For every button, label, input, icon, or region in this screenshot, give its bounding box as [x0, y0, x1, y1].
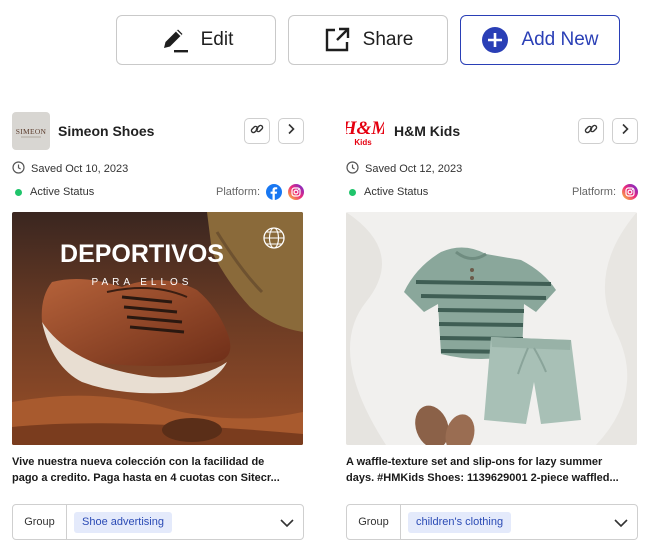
- chevron-down-icon[interactable]: [613, 515, 629, 531]
- caption-line-1: A waffle-texture set and slip-ons for la…: [346, 456, 603, 468]
- ad-image[interactable]: [346, 212, 637, 445]
- status-indicator: Active Status: [12, 185, 94, 199]
- chevron-right-icon: [285, 122, 297, 140]
- ad-image[interactable]: DEPORTIVOS PARA ELLOS: [12, 212, 303, 445]
- saved-date: Saved Oct 12, 2023: [346, 161, 463, 177]
- add-new-button[interactable]: Add New: [460, 15, 620, 65]
- status-text: Active Status: [30, 186, 95, 198]
- edit-label: Edit: [200, 29, 234, 50]
- svg-text:Kids: Kids: [354, 138, 372, 147]
- image-subline: PARA ELLOS: [92, 277, 193, 288]
- card-header: SIMEON Simeon Shoes: [12, 112, 304, 150]
- instagram-icon: [288, 184, 304, 200]
- plus-circle-icon: [481, 26, 509, 54]
- external-link-icon: [323, 26, 351, 54]
- brand-logo: H&M Kids: [341, 112, 390, 150]
- ad-caption: A waffle-texture set and slip-ons for la…: [346, 454, 638, 486]
- group-label: Group: [13, 505, 67, 539]
- caption-line-2: pago a credito. Paga hasta en 4 cuotas c…: [12, 472, 280, 484]
- share-button[interactable]: Share: [288, 15, 448, 65]
- brand-logo: SIMEON: [12, 112, 50, 150]
- status-dot: [349, 188, 356, 196]
- caption-line-1: Vive nuestra nueva colección con la faci…: [12, 456, 265, 468]
- instagram-icon: [622, 184, 638, 200]
- clock-icon: [346, 161, 359, 177]
- pencil-icon: [159, 26, 189, 54]
- saved-date-text: Saved Oct 12, 2023: [365, 163, 463, 175]
- platform-label: Platform:: [215, 186, 260, 198]
- status-dot: [15, 188, 22, 196]
- group-label: Group: [347, 505, 401, 539]
- edit-button[interactable]: Edit: [116, 15, 276, 65]
- ad-caption: Vive nuestra nueva colección con la faci…: [12, 454, 304, 486]
- platform-list: Platform:: [216, 184, 304, 200]
- saved-date-text: Saved Oct 10, 2023: [31, 163, 129, 175]
- open-details-button[interactable]: [278, 118, 304, 144]
- status-indicator: Active Status: [346, 185, 428, 199]
- group-chip[interactable]: children's clothing: [408, 512, 512, 533]
- group-select[interactable]: Group Shoe advertising: [12, 504, 304, 540]
- chevron-down-icon[interactable]: [279, 515, 295, 531]
- status-text: Active Status: [364, 186, 429, 198]
- ad-card: SIMEON Simeon Shoes Saved Oct 10, 2023 A…: [12, 112, 304, 544]
- copy-link-button[interactable]: [578, 118, 604, 144]
- link-icon: [584, 122, 598, 141]
- platform-label: Platform:: [571, 186, 616, 198]
- platform-list: Platform:: [572, 184, 638, 200]
- share-label: Share: [362, 29, 414, 50]
- saved-date: Saved Oct 10, 2023: [12, 161, 129, 177]
- copy-link-button[interactable]: [244, 118, 270, 144]
- link-icon: [250, 122, 264, 141]
- facebook-icon: [266, 184, 282, 200]
- group-select[interactable]: Group children's clothing: [346, 504, 638, 540]
- open-details-button[interactable]: [612, 118, 638, 144]
- brand-name: H&M Kids: [394, 123, 461, 139]
- brand-name: Simeon Shoes: [58, 123, 155, 139]
- add-new-label: Add New: [521, 29, 599, 50]
- ad-card: H&M Kids H&M Kids Saved Oct 12, 2023: [341, 112, 638, 544]
- card-header: H&M Kids H&M Kids: [341, 112, 638, 150]
- svg-text:H&M: H&M: [346, 118, 384, 139]
- image-headline: DEPORTIVOS: [60, 240, 224, 268]
- caption-line-2: days. #HMKids Shoes: 1139629001 2-piece …: [346, 472, 619, 484]
- chevron-right-icon: [619, 122, 631, 140]
- clock-icon: [12, 161, 25, 177]
- svg-text:SIMEON: SIMEON: [16, 127, 47, 136]
- group-chip[interactable]: Shoe advertising: [74, 512, 172, 533]
